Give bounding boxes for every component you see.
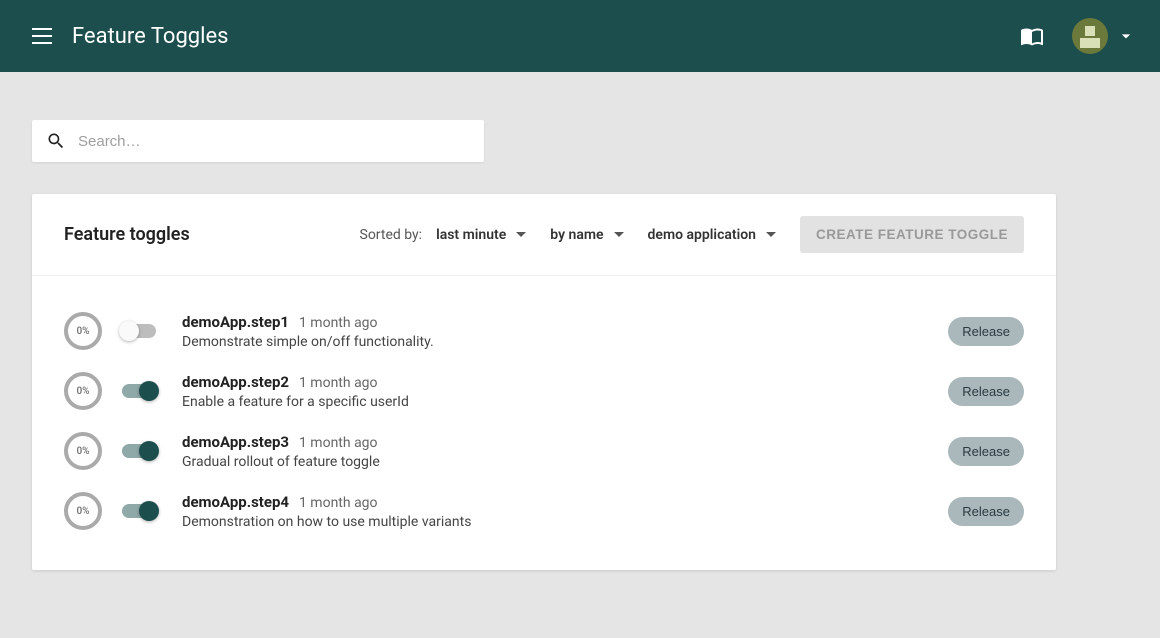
percent-circle: 0%	[64, 492, 102, 530]
toggle-description: Demonstration on how to use multiple var…	[182, 514, 948, 530]
toggle-row: 0% demoApp.step2 1 month ago Enable a fe…	[64, 372, 1024, 410]
chevron-down-icon	[516, 232, 526, 237]
docs-icon[interactable]	[1020, 24, 1044, 48]
sort-time-value: last minute	[436, 227, 506, 243]
release-chip[interactable]: Release	[948, 317, 1024, 346]
toggle-description: Demonstrate simple on/off functionality.	[182, 334, 948, 350]
toggle-age: 1 month ago	[299, 495, 378, 511]
toggle-age: 1 month ago	[299, 375, 378, 391]
toggle-row: 0% demoApp.step3 1 month ago Gradual rol…	[64, 432, 1024, 470]
feature-toggle-card: Feature toggles Sorted by: last minute b…	[32, 194, 1056, 570]
search-bar[interactable]	[32, 120, 484, 162]
chevron-down-icon	[614, 232, 624, 237]
toggle-description: Enable a feature for a specific userId	[182, 394, 948, 410]
percent-circle: 0%	[64, 372, 102, 410]
toggle-row: 0% demoApp.step4 1 month ago Demonstrati…	[64, 492, 1024, 530]
card-title: Feature toggles	[64, 224, 190, 245]
search-icon	[46, 131, 66, 151]
chevron-down-icon[interactable]	[1116, 26, 1136, 46]
top-bar: Feature Toggles	[0, 0, 1160, 72]
menu-icon[interactable]	[32, 24, 56, 48]
chevron-down-icon	[766, 232, 776, 237]
toggle-list: 0% demoApp.step1 1 month ago Demonstrate…	[32, 276, 1056, 570]
toggle-name[interactable]: demoApp.step1	[182, 313, 289, 331]
toggle-age: 1 month ago	[299, 435, 378, 451]
sort-time-dropdown[interactable]: last minute	[436, 227, 526, 243]
sort-project-dropdown[interactable]: demo application	[648, 227, 776, 243]
toggle-switch[interactable]	[122, 384, 156, 398]
toggle-age: 1 month ago	[299, 315, 378, 331]
percent-circle: 0%	[64, 312, 102, 350]
release-chip[interactable]: Release	[948, 497, 1024, 526]
avatar[interactable]	[1072, 18, 1108, 54]
percent-circle: 0%	[64, 432, 102, 470]
create-feature-toggle-button[interactable]: CREATE FEATURE TOGGLE	[800, 216, 1024, 253]
toggle-name[interactable]: demoApp.step4	[182, 493, 289, 511]
toggle-description: Gradual rollout of feature toggle	[182, 454, 948, 470]
search-input[interactable]	[78, 133, 470, 150]
toggle-name[interactable]: demoApp.step3	[182, 433, 289, 451]
sort-field-dropdown[interactable]: by name	[550, 227, 623, 243]
app-title: Feature Toggles	[72, 24, 229, 49]
toggle-row: 0% demoApp.step1 1 month ago Demonstrate…	[64, 312, 1024, 350]
release-chip[interactable]: Release	[948, 437, 1024, 466]
sorted-by-label: Sorted by:	[360, 227, 423, 243]
toggle-switch[interactable]	[122, 324, 156, 338]
sort-field-value: by name	[550, 227, 603, 243]
toggle-switch[interactable]	[122, 504, 156, 518]
release-chip[interactable]: Release	[948, 377, 1024, 406]
toggle-switch[interactable]	[122, 444, 156, 458]
sort-project-value: demo application	[648, 227, 756, 243]
card-header: Feature toggles Sorted by: last minute b…	[32, 194, 1056, 276]
toggle-name[interactable]: demoApp.step2	[182, 373, 289, 391]
